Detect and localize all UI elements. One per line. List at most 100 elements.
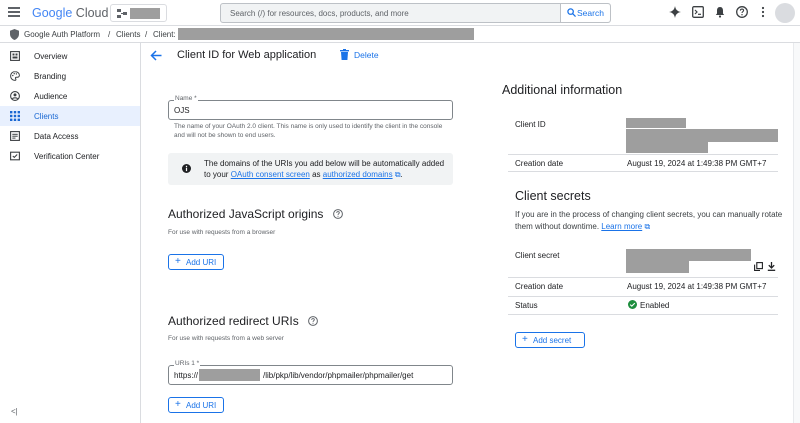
back-arrow-icon[interactable] [150,50,162,61]
plus-icon: + [522,334,528,345]
name-field-value[interactable]: OJS [174,106,190,115]
client-id-row: Client ID [508,112,778,155]
redacted-project-name [130,8,160,19]
sidebar-item-label: Overview [34,52,68,61]
delete-button[interactable]: Delete [340,48,390,64]
sidebar-item-label: Clients [34,112,59,121]
search-icon [567,8,576,17]
page-scrollbar[interactable] [793,43,800,423]
secret-creation-date-label: Creation date [515,282,564,291]
status-label: Status [515,301,538,310]
redacted-client-secret [626,249,751,261]
download-icon[interactable] [767,262,776,271]
top-bar: Google Cloud Search (/) for resources, d… [0,0,800,26]
trash-icon [340,49,349,60]
uri-path: /lib/pkp/lib/vendor/phpmailer/phpmailer/… [263,371,414,380]
client-secret-row: Client secret [508,245,778,278]
creation-date-row: Creation date August 19, 2024 at 1:49:38… [508,155,778,172]
redirect-uris-help: For use with requests from a web server [168,335,284,342]
redacted-domain [199,369,260,381]
sidebar-item-clients[interactable]: Clients [0,106,140,126]
breadcrumb-clients[interactable]: Clients [116,30,140,39]
sidebar-item-overview[interactable]: Overview [0,46,140,66]
info-box: The domains of the URIs you add below wi… [168,153,453,185]
uri-prefix: https:// [174,371,199,380]
add-uri-label: Add URI [186,258,217,267]
delete-label: Delete [354,50,379,60]
gemini-spark-icon[interactable] [669,6,681,18]
name-field-help: The name of your OAuth 2.0 client. This … [174,123,443,139]
client-id-label: Client ID [515,120,546,129]
redacted-client-id [626,129,778,142]
breadcrumb-separator: / [145,30,148,39]
key-grid-icon [10,111,20,121]
creation-date-value: August 19, 2024 at 1:49:38 PM GMT+7 [627,159,767,168]
sidebar-item-verification-center[interactable]: Verification Center [0,146,140,166]
sidebar-item-data-access[interactable]: Data Access [0,126,140,146]
secret-status-row: Status Enabled [508,297,778,315]
redacted-client-id [626,118,686,128]
lock-list-icon [10,131,20,141]
plus-icon: + [175,399,181,410]
oauth-consent-screen-link[interactable]: OAuth consent screen [231,170,310,179]
search-bar[interactable]: Search (/) for resources, docs, products… [220,3,611,23]
search-button[interactable]: Search [560,4,610,22]
breadcrumb-client: Client: [153,30,176,39]
redacted-client-id [626,142,708,153]
name-field[interactable]: Name * OJS [168,95,453,120]
info-icon [182,164,191,173]
menu-icon[interactable] [8,7,20,17]
google-cloud-logo[interactable]: Google Cloud [32,6,108,20]
sidebar-item-branding[interactable]: Branding [0,66,140,86]
authorized-domains-link[interactable]: authorized domains [323,170,393,179]
search-placeholder: Search (/) for resources, docs, products… [230,9,409,18]
redacted-client-secret [626,261,689,273]
person-circle-icon [10,91,20,101]
info-text-middle: as [309,170,323,179]
plus-icon: + [175,256,181,267]
help-circle-icon[interactable] [333,209,343,219]
project-hierarchy-icon [117,9,127,18]
secret-creation-date-row: Creation date August 19, 2024 at 1:49:38… [508,278,778,297]
redacted-client-name [178,28,474,40]
help-circle-icon[interactable] [308,316,318,326]
breadcrumb-auth-platform[interactable]: Google Auth Platform [24,30,100,39]
sidebar-item-label: Data Access [34,132,79,141]
learn-more-link[interactable]: Learn more [601,222,642,231]
add-redirect-uri-button[interactable]: + Add URI [168,397,224,413]
secret-creation-date-value: August 19, 2024 at 1:49:38 PM GMT+7 [627,282,767,291]
client-secrets-title: Client secrets [515,189,591,203]
sidebar: Overview Branding Audience Clients Data … [0,43,141,423]
breadcrumb-separator: / [108,30,111,39]
client-secrets-description: If you are in the process of changing cl… [515,209,785,233]
shield-icon [10,29,19,40]
verification-icon [10,151,20,161]
additional-info-title: Additional information [502,83,623,97]
notifications-bell-icon[interactable] [714,6,726,18]
check-circle-icon [628,300,637,309]
sidebar-item-audience[interactable]: Audience [0,86,140,106]
info-text-after: . [400,170,403,179]
project-picker[interactable] [110,4,167,22]
client-secret-label: Client secret [515,251,560,260]
name-field-label: Name * [174,95,198,102]
js-origins-title: Authorized JavaScript origins [168,207,324,221]
external-link-icon: ⧉ [644,222,651,231]
collapse-sidebar-button[interactable]: <| [11,407,18,416]
redirect-uri-field[interactable]: URIs 1 * https:// /lib/pkp/lib/vendor/ph… [168,360,453,385]
add-uri-label: Add URI [186,401,217,410]
creation-date-label: Creation date [515,159,564,168]
search-button-label: Search [577,8,604,18]
cloud-shell-icon[interactable] [692,6,704,18]
info-text: The domains of the URIs you add below wi… [204,158,449,180]
copy-icon[interactable] [754,262,763,271]
add-js-origin-uri-button[interactable]: + Add URI [168,254,224,270]
uri-field-label: URIs 1 * [174,360,201,367]
account-avatar[interactable] [775,3,795,23]
help-icon[interactable] [736,6,748,18]
add-secret-button[interactable]: + Add secret [515,332,585,348]
overview-icon [10,51,20,61]
redirect-uris-title: Authorized redirect URIs [168,314,299,328]
more-vert-icon[interactable] [757,6,769,18]
sidebar-item-label: Audience [34,92,68,101]
